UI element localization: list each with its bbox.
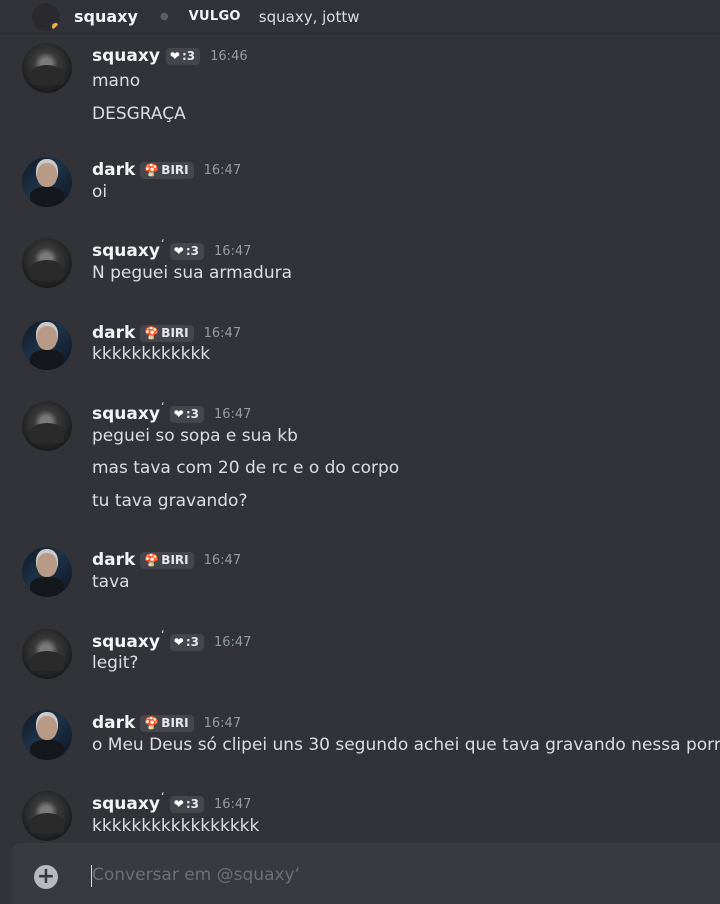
message-author[interactable]: dark: [92, 713, 135, 733]
avatar[interactable]: [22, 43, 72, 93]
author-mark: ʻ: [160, 628, 165, 642]
mushroom-icon: 🍄: [144, 553, 160, 567]
message-author[interactable]: squaxy: [92, 632, 160, 652]
message-header: dark 🍄 BIRI 16:47: [92, 158, 241, 182]
avatar[interactable]: [22, 710, 72, 760]
tag-badge-label: BIRI: [161, 716, 189, 730]
message-timestamp[interactable]: 16:47: [204, 716, 241, 731]
message-timestamp[interactable]: 16:47: [204, 553, 241, 568]
idle-status-icon: [50, 20, 60, 31]
mushroom-icon: 🍄: [144, 163, 160, 177]
tag-badge[interactable]: ❤ :3: [169, 405, 204, 423]
message-text: o Meu Deus só clipei uns 30 segundo ache…: [92, 735, 720, 755]
message-author[interactable]: squaxy: [92, 241, 160, 261]
avatar[interactable]: [32, 2, 60, 31]
tag-badge-label: BIRI: [161, 553, 189, 567]
heart-icon: ❤: [169, 49, 180, 63]
message-text: legit?: [92, 653, 139, 673]
message-header: squaxy ʻ ❤ :3 16:47: [92, 790, 251, 816]
message-timestamp[interactable]: 16:47: [214, 244, 251, 259]
heart-icon: ❤: [173, 797, 184, 811]
tag-badge[interactable]: 🍄 BIRI: [140, 551, 194, 569]
message-author[interactable]: dark: [92, 323, 135, 343]
message-timestamp[interactable]: 16:47: [214, 407, 251, 422]
dm-header: squaxy ● VULGO squaxy, jottw: [0, 0, 720, 34]
avatar[interactable]: [22, 401, 72, 451]
tag-badge-label: BIRI: [161, 326, 189, 340]
author-mark: ʻ: [160, 400, 165, 414]
message-text: peguei so sopa e sua kb: [92, 426, 298, 446]
tag-badge-label: :3: [185, 797, 199, 811]
message-timestamp[interactable]: 16:47: [214, 797, 251, 812]
tag-badge-label: :3: [185, 244, 199, 258]
tag-badge[interactable]: 🍄 BIRI: [140, 161, 194, 179]
avatar[interactable]: [22, 629, 72, 679]
tag-badge[interactable]: ❤ :3: [169, 242, 204, 260]
message-author[interactable]: dark: [92, 160, 135, 180]
tag-badge-label: :3: [185, 635, 199, 649]
add-attachment-icon[interactable]: +: [34, 865, 58, 889]
message-text: oi: [92, 182, 108, 202]
message-author[interactable]: squaxy: [92, 46, 160, 66]
message-composer[interactable]: + Conversar em @squaxyʻ: [12, 843, 720, 904]
tag-badge-label: :3: [181, 49, 196, 63]
tag-badge[interactable]: ❤ :3: [169, 633, 204, 651]
message-header: dark 🍄 BIRI 16:47: [92, 321, 241, 345]
tag-badge[interactable]: ❤ :3: [169, 795, 204, 813]
message-header: dark 🍄 BIRI 16:47: [92, 548, 241, 572]
message-text: N peguei sua armadura: [92, 263, 293, 283]
message-header: dark 🍄 BIRI 16:47: [92, 711, 241, 735]
message-list[interactable]: squaxy ❤ :3 16:46 mano DESGRAÇA dark 🍄 B…: [0, 35, 720, 841]
message-timestamp[interactable]: 16:47: [204, 326, 241, 341]
mushroom-icon: 🍄: [144, 716, 160, 730]
author-mark: ʻ: [160, 790, 165, 804]
message-text: DESGRAÇA: [92, 104, 186, 124]
heart-icon: ❤: [173, 244, 184, 258]
message-text: tava: [92, 572, 130, 592]
avatar[interactable]: [22, 547, 72, 597]
message-input[interactable]: Conversar em @squaxyʻ: [92, 865, 300, 885]
message-header: squaxy ʻ ❤ :3 16:47: [92, 400, 251, 426]
heart-icon: ❤: [173, 407, 184, 421]
message-text: mas tava com 20 de rc e o do corpo: [92, 458, 400, 478]
message-author[interactable]: squaxy: [92, 794, 160, 814]
server-tag[interactable]: VULGO: [189, 9, 241, 24]
author-mark: ʻ: [160, 237, 165, 251]
tag-badge-label: :3: [185, 407, 199, 421]
separator-dot-icon: ●: [159, 11, 169, 22]
tag-badge[interactable]: ❤ :3: [165, 47, 201, 65]
dm-members: squaxy, jottw: [258, 7, 360, 26]
message-header: squaxy ❤ :3 16:46: [92, 44, 248, 68]
message-author[interactable]: dark: [92, 550, 135, 570]
avatar[interactable]: [22, 791, 72, 841]
message-header: squaxy ʻ ❤ :3 16:47: [92, 628, 251, 654]
message-text: kkkkkkkkkkkkkkkkk: [92, 816, 260, 836]
message-header: squaxy ʻ ❤ :3 16:47: [92, 237, 251, 263]
message-timestamp[interactable]: 16:47: [204, 163, 241, 178]
heart-icon: ❤: [173, 635, 184, 649]
message-author[interactable]: squaxy: [92, 404, 160, 424]
tag-badge[interactable]: 🍄 BIRI: [140, 324, 194, 342]
dm-username[interactable]: squaxy: [74, 7, 138, 26]
avatar[interactable]: [22, 157, 72, 207]
message-text: tu tava gravando?: [92, 491, 248, 511]
message-text: mano: [92, 71, 141, 91]
message-timestamp[interactable]: 16:46: [210, 49, 247, 64]
tag-badge-label: BIRI: [161, 163, 189, 177]
tag-badge[interactable]: 🍄 BIRI: [140, 714, 194, 732]
message-timestamp[interactable]: 16:47: [214, 635, 251, 650]
mushroom-icon: 🍄: [144, 326, 160, 340]
avatar[interactable]: [22, 238, 72, 288]
avatar[interactable]: [22, 320, 72, 370]
message-text: kkkkkkkkkkkk: [92, 344, 211, 364]
